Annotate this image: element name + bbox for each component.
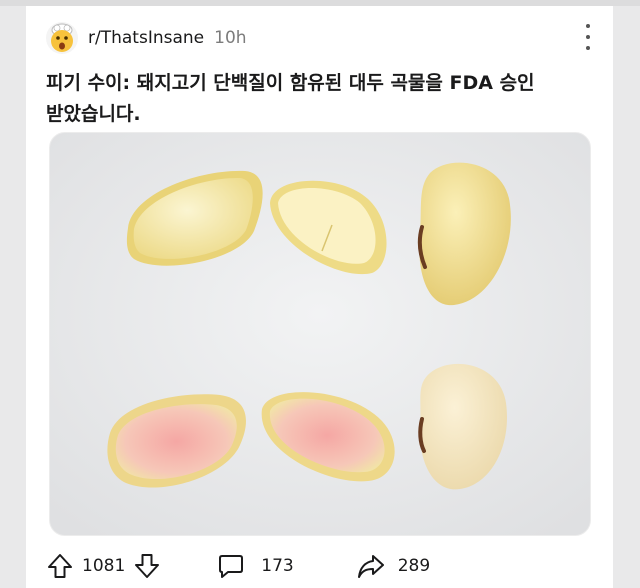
share-button[interactable]: 289 bbox=[356, 552, 438, 580]
downvote-arrow-icon[interactable] bbox=[133, 552, 161, 580]
subreddit-name[interactable]: r/ThatsInsane bbox=[88, 28, 204, 48]
post-title[interactable]: 피기 수이: 돼지고기 단백질이 함유된 대두 곡물을 FDA 승인 받았습니다… bbox=[46, 68, 546, 130]
vote-group: 1081 bbox=[46, 552, 161, 580]
post-title-line-2: 받았습니다. bbox=[46, 103, 141, 125]
shocked-face-icon bbox=[51, 23, 73, 52]
post-card[interactable]: r/ThatsInsane 10h 피기 수이: 돼지고기 단백질이 함유된 대… bbox=[26, 6, 613, 588]
comments-button[interactable]: 173 bbox=[217, 552, 301, 580]
post-actions: 1081 173 289 bbox=[46, 550, 606, 582]
post-header: r/ThatsInsane 10h bbox=[46, 18, 247, 58]
share-arrow-icon bbox=[357, 555, 384, 578]
post-time: 10h bbox=[214, 28, 247, 48]
upvote-count: 1081 bbox=[82, 556, 126, 576]
comment-count: 173 bbox=[261, 556, 294, 576]
share-count: 289 bbox=[397, 556, 431, 576]
post-image[interactable] bbox=[49, 132, 591, 536]
upvote-arrow-icon[interactable] bbox=[46, 552, 74, 580]
subreddit-avatar[interactable] bbox=[46, 22, 78, 54]
post-title-line-1: 피기 수이: 돼지고기 단백질이 함유된 대두 곡물을 FDA 승인 bbox=[46, 72, 535, 94]
soybean-photo bbox=[50, 133, 590, 535]
comment-bubble-icon bbox=[219, 555, 244, 578]
more-vertical-icon[interactable] bbox=[583, 24, 593, 50]
